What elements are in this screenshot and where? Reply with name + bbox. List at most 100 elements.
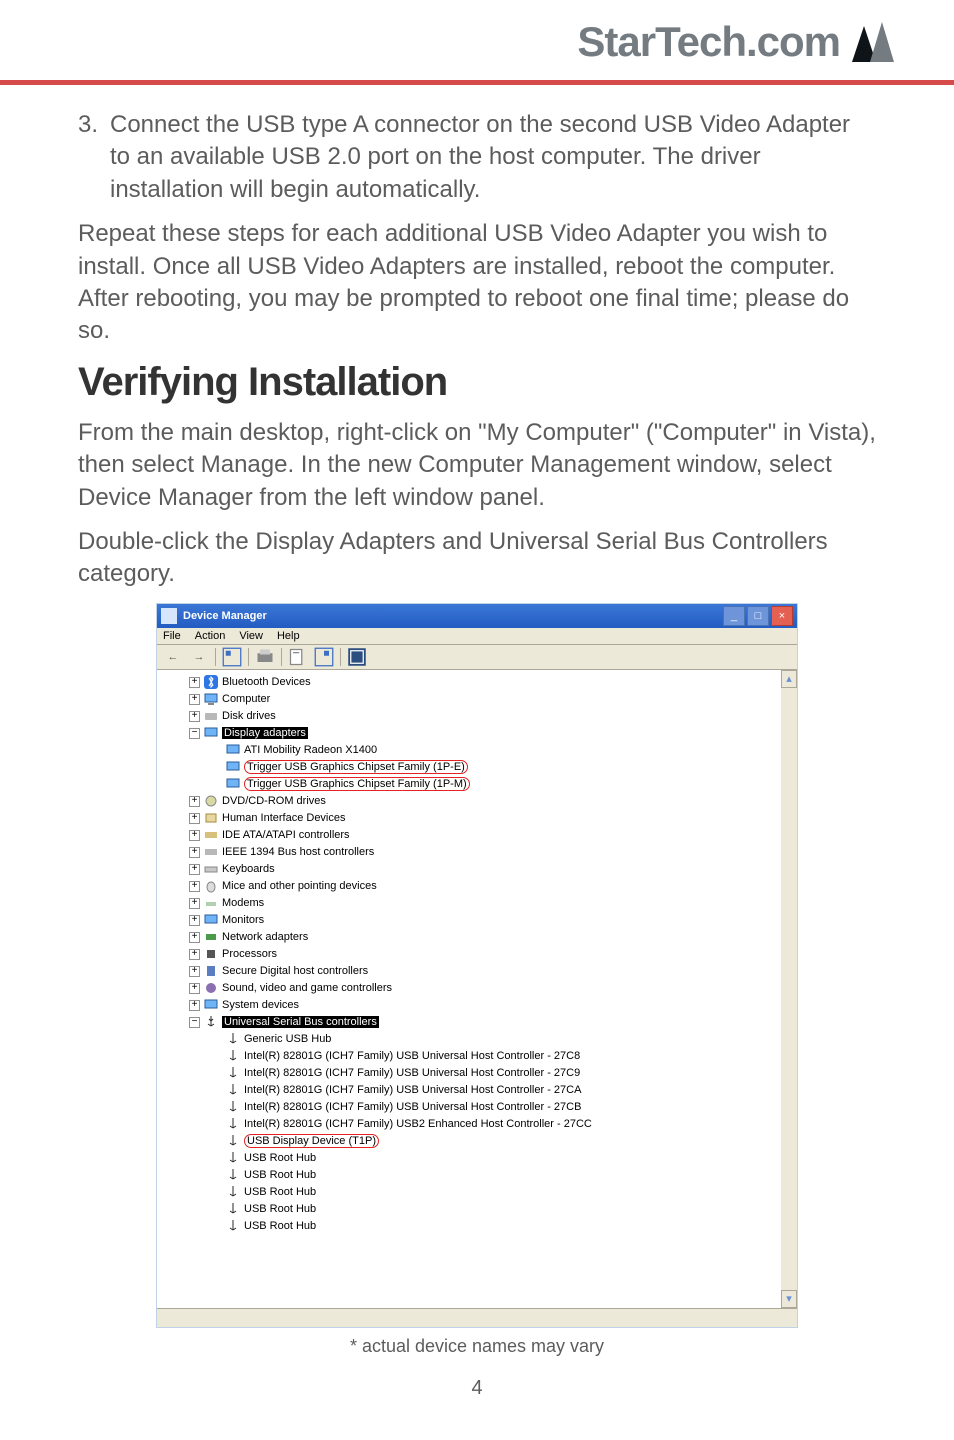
spacer [211,763,222,772]
expand-icon[interactable] [189,711,200,722]
tree-node[interactable]: Universal Serial Bus controllers [167,1014,797,1031]
tree-node[interactable]: Intel(R) 82801G (ICH7 Family) USB Univer… [167,1099,797,1116]
tree-node[interactable]: USB Root Hub [167,1150,797,1167]
show-hide-tree-button[interactable] [222,647,242,667]
processor-icon [204,947,218,961]
scroll-up-arrow[interactable]: ▴ [781,670,797,688]
modem-icon [204,896,218,910]
expand-icon[interactable] [189,830,200,841]
tree-node[interactable]: Intel(R) 82801G (ICH7 Family) USB2 Enhan… [167,1116,797,1133]
hid-icon [204,811,218,825]
usb-icon [226,1100,240,1114]
usb-icon [226,1049,240,1063]
menu-view[interactable]: View [239,630,263,642]
tree-label: Monitors [222,914,264,926]
toolbar-separator [340,648,341,666]
tree-node[interactable]: ATI Mobility Radeon X1400 [167,742,797,759]
toolbar-separator [215,648,216,666]
expand-icon[interactable] [189,677,200,688]
expand-icon[interactable] [189,949,200,960]
computer-icon [204,692,218,706]
tree-label: Network adapters [222,931,308,943]
tree-node[interactable]: Intel(R) 82801G (ICH7 Family) USB Univer… [167,1048,797,1065]
menu-help[interactable]: Help [277,630,300,642]
scroll-down-arrow[interactable]: ▾ [781,1290,797,1308]
tree-node[interactable]: Intel(R) 82801G (ICH7 Family) USB Univer… [167,1065,797,1082]
properties-button[interactable] [288,647,308,667]
expand-icon[interactable] [189,864,200,875]
back-button[interactable]: ← [163,647,183,667]
print-button[interactable] [255,647,275,667]
tree-node[interactable]: System devices [167,997,797,1014]
expand-icon[interactable] [189,983,200,994]
tree-node[interactable]: Mice and other pointing devices [167,878,797,895]
tree-node[interactable]: IDE ATA/ATAPI controllers [167,827,797,844]
tree-node[interactable]: Intel(R) 82801G (ICH7 Family) USB Univer… [167,1082,797,1099]
expand-icon[interactable] [189,932,200,943]
tree-node[interactable]: Monitors [167,912,797,929]
screenshot-caption: * actual device names may vary [78,1336,876,1357]
tree-label: Sound, video and game controllers [222,982,392,994]
tree-node[interactable]: USB Root Hub [167,1201,797,1218]
tree-node[interactable]: Display adapters [167,725,797,742]
tree-label: Trigger USB Graphics Chipset Family (1P-… [244,777,470,791]
expand-icon[interactable] [189,966,200,977]
tree-node[interactable]: IEEE 1394 Bus host controllers [167,844,797,861]
tree-label: USB Root Hub [244,1152,316,1164]
forward-button[interactable]: → [189,647,209,667]
disk-icon [204,709,218,723]
expand-icon[interactable] [189,898,200,909]
tree-node[interactable]: Sound, video and game controllers [167,980,797,997]
tree-node[interactable]: USB Display Device (T1P) [167,1133,797,1150]
tree-label: Disk drives [222,710,276,722]
minimize-button[interactable]: _ [723,606,745,626]
tree-label: Keyboards [222,863,275,875]
expand-icon[interactable] [189,915,200,926]
usb-icon [226,1032,240,1046]
refresh-button[interactable] [314,647,334,667]
tree-node[interactable]: Bluetooth Devices [167,674,797,691]
tree-node[interactable]: Computer [167,691,797,708]
tree-node[interactable]: Human Interface Devices [167,810,797,827]
expand-icon[interactable] [189,694,200,705]
toolbar-separator [248,648,249,666]
maximize-button[interactable]: □ [747,606,769,626]
scan-hardware-button[interactable] [347,647,367,667]
expand-icon[interactable] [189,796,200,807]
tree-node[interactable]: Keyboards [167,861,797,878]
close-button[interactable]: × [771,606,793,626]
network-icon [204,930,218,944]
ide-icon [204,828,218,842]
expand-icon[interactable] [189,847,200,858]
tree-node[interactable]: Disk drives [167,708,797,725]
tree-node[interactable]: Modems [167,895,797,912]
menu-action[interactable]: Action [195,630,226,642]
tree-label: Intel(R) 82801G (ICH7 Family) USB2 Enhan… [244,1118,592,1130]
vertical-scrollbar[interactable]: ▴ ▾ [781,670,797,1308]
display-icon [226,743,240,757]
expand-icon[interactable] [189,813,200,824]
tree-node[interactable]: Trigger USB Graphics Chipset Family (1P-… [167,759,797,776]
collapse-icon[interactable] [189,1017,200,1028]
step-3: 3. Connect the USB type A connector on t… [78,109,876,206]
tree-node[interactable]: USB Root Hub [167,1218,797,1235]
expand-icon[interactable] [189,1000,200,1011]
tree-node[interactable]: Secure Digital host controllers [167,963,797,980]
collapse-icon[interactable] [189,728,200,739]
menu-file[interactable]: File [163,630,181,642]
expand-icon[interactable] [189,881,200,892]
tree-node[interactable]: Generic USB Hub [167,1031,797,1048]
tree-node[interactable]: USB Root Hub [167,1184,797,1201]
display-icon [226,760,240,774]
tree-node[interactable]: Trigger USB Graphics Chipset Family (1P-… [167,776,797,793]
tree-node[interactable]: DVD/CD-ROM drives [167,793,797,810]
tree-node[interactable]: USB Root Hub [167,1167,797,1184]
toolbar: ← → [157,645,797,670]
usb-icon [226,1117,240,1131]
tree-label: Intel(R) 82801G (ICH7 Family) USB Univer… [244,1050,580,1062]
tree-node[interactable]: Processors [167,946,797,963]
tree-label: Trigger USB Graphics Chipset Family (1P-… [244,760,468,774]
usb-icon [204,1015,218,1029]
monitor-icon [204,913,218,927]
tree-node[interactable]: Network adapters [167,929,797,946]
